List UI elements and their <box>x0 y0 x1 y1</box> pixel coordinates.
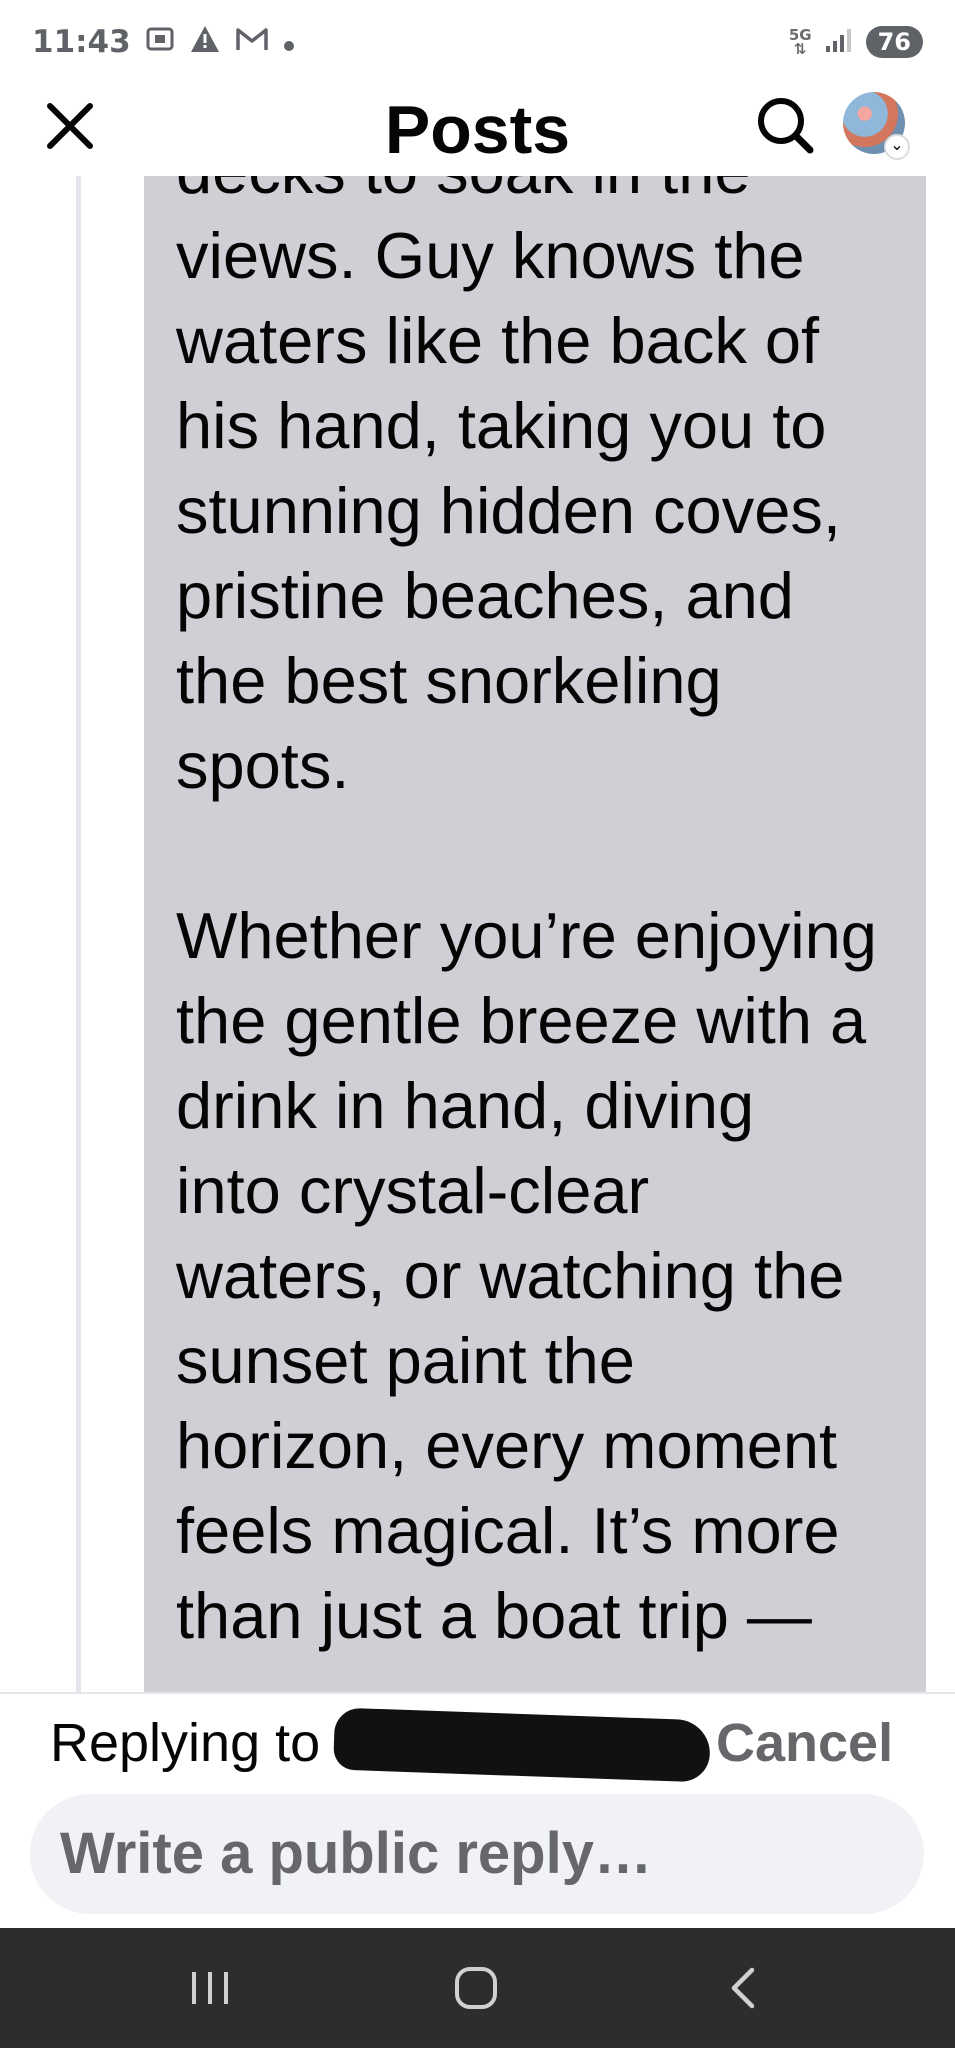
reply-input[interactable]: Write a public reply… <box>30 1794 924 1914</box>
redacted-name <box>333 1707 711 1783</box>
status-left: 11:43 <box>32 24 295 61</box>
battery-indicator: 76 <box>865 26 923 58</box>
search-icon <box>758 98 814 154</box>
warning-icon <box>189 24 221 61</box>
system-nav-bar <box>0 1928 955 2048</box>
posts-header: Posts ⌄ <box>0 84 955 176</box>
status-right: 5G ⇅ 76 <box>789 26 923 58</box>
back-button[interactable] <box>714 1958 774 2018</box>
home-icon <box>455 1967 497 2009</box>
reply-bar: Replying to Cancel Write a public reply… <box>0 1692 955 1928</box>
back-icon <box>731 1967 755 2009</box>
thread-line <box>76 176 81 1692</box>
search-button[interactable] <box>754 94 816 156</box>
signal-icon <box>824 26 854 58</box>
data-arrows-icon: ⇅ <box>793 40 807 58</box>
comment-text: decks to soak in the views. Guy knows th… <box>176 176 877 1652</box>
status-time: 11:43 <box>32 24 131 60</box>
gmail-icon <box>235 25 269 60</box>
recents-icon <box>192 1972 228 2004</box>
network-label: 5G ⇅ <box>789 28 812 58</box>
cancel-button[interactable]: Cancel <box>716 1712 893 1774</box>
recents-button[interactable] <box>180 1958 240 2018</box>
home-button[interactable] <box>446 1958 506 2018</box>
comment-bubble[interactable]: decks to soak in the views. Guy knows th… <box>144 176 926 1692</box>
status-bar: 11:43 5G ⇅ 76 <box>0 0 955 84</box>
replying-to-label: Replying to <box>50 1713 321 1773</box>
chevron-down-icon[interactable]: ⌄ <box>884 134 910 160</box>
notification-dot-icon <box>283 26 295 59</box>
screenshot-icon <box>145 24 175 61</box>
